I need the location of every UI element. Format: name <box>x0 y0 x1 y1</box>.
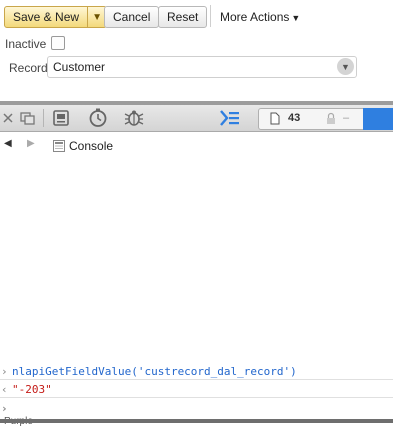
document-icon <box>270 112 280 128</box>
reset-button[interactable]: Reset <box>158 6 208 28</box>
forward-arrow-icon[interactable]: ▶ <box>27 138 35 149</box>
toolbar-divider <box>210 5 211 27</box>
record-dropdown-icon[interactable]: ▼ <box>337 58 354 75</box>
console-result: "-203" <box>12 383 52 396</box>
timeline-icon[interactable] <box>88 108 108 127</box>
toolbar-separator <box>43 109 44 127</box>
console-tab[interactable]: Console <box>53 139 113 153</box>
record-label: Record <box>9 61 48 75</box>
bug-icon[interactable] <box>124 109 144 127</box>
log-divider <box>0 397 393 398</box>
save-and-new-split-button[interactable]: Save & New ▼ <box>4 6 108 28</box>
inactive-checkbox[interactable] <box>51 36 65 50</box>
console-tab-label: Console <box>69 139 114 153</box>
resource-count: 43 <box>288 112 301 124</box>
console-toggle-icon[interactable] <box>219 109 241 127</box>
devtools-toolbar: 43 – <box>0 105 393 132</box>
counter-highlight <box>363 108 393 130</box>
more-actions-label: More Actions <box>220 10 290 24</box>
back-arrow-icon[interactable]: ◀ <box>4 138 12 149</box>
prompt-caret-icon: › <box>1 402 8 415</box>
record-select[interactable]: Customer ▼ <box>47 56 357 78</box>
secure-count: – <box>343 112 350 124</box>
save-and-new-button[interactable]: Save & New <box>5 7 89 27</box>
lock-icon <box>326 112 336 128</box>
record-select-value: Customer <box>53 60 106 74</box>
log-divider <box>0 379 393 380</box>
console-tab-icon <box>53 140 65 152</box>
close-icon[interactable] <box>3 109 13 127</box>
cancel-button[interactable]: Cancel <box>104 6 160 28</box>
console-output-area <box>0 157 393 360</box>
input-marker-icon: › <box>1 365 8 378</box>
elements-icon[interactable] <box>52 109 70 127</box>
console-command: nlapiGetFieldValue('custrecord_dal_recor… <box>12 365 297 378</box>
inactive-label: Inactive <box>5 37 47 51</box>
more-actions-caret-icon: ▼ <box>291 13 301 23</box>
window-bottom-edge <box>0 419 393 423</box>
resource-counter[interactable]: 43 – <box>258 108 393 130</box>
output-marker-icon: ‹ <box>1 383 8 396</box>
more-actions-menu[interactable]: More Actions ▼ <box>220 10 300 24</box>
form-toolbar: Save & New ▼ Cancel Reset More Actions ▼ <box>0 0 393 32</box>
undock-icon[interactable] <box>20 109 36 127</box>
